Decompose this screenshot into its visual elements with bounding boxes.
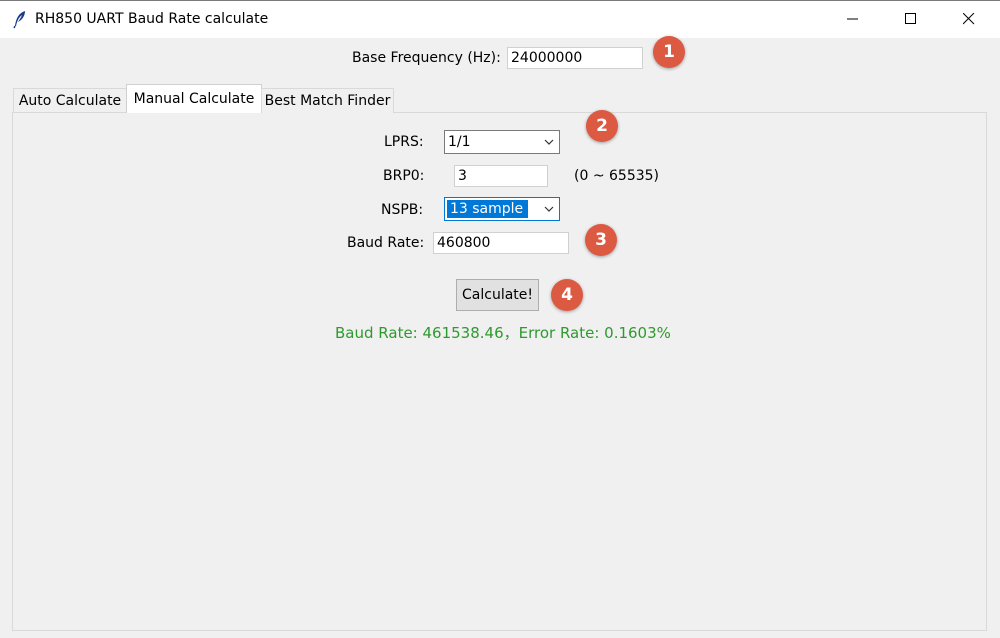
annotation-badge-4: 4 <box>551 279 583 311</box>
annotation-badge-1: 1 <box>653 36 685 68</box>
calculate-button[interactable]: Calculate! <box>456 279 539 311</box>
window-title: RH850 UART Baud Rate calculate <box>35 11 269 27</box>
close-icon <box>963 13 975 25</box>
chevron-down-icon <box>544 206 554 212</box>
brp0-label: BRP0: <box>383 168 425 184</box>
base-frequency-input[interactable]: 24000000 <box>507 47 643 69</box>
minimize-button[interactable] <box>825 1 883 38</box>
tab-auto-calculate[interactable]: Auto Calculate <box>13 88 127 113</box>
tab-manual-calculate[interactable]: Manual Calculate <box>126 84 262 113</box>
nspb-select[interactable]: 13 sample <box>444 197 560 221</box>
brp0-range-hint: (0 ~ 65535) <box>574 168 659 184</box>
lprs-value: 1/1 <box>448 134 471 150</box>
maximize-button[interactable] <box>883 1 941 38</box>
brp0-input[interactable]: 3 <box>454 165 548 187</box>
chevron-down-icon <box>544 139 554 145</box>
close-button[interactable] <box>941 1 999 38</box>
feather-icon <box>10 9 30 29</box>
manual-calculate-panel <box>12 112 987 631</box>
title-bar: RH850 UART Baud Rate calculate <box>0 0 1000 38</box>
annotation-badge-2: 2 <box>586 110 618 142</box>
baud-rate-input[interactable]: 460800 <box>433 232 569 254</box>
baud-rate-label: Baud Rate: <box>347 235 425 251</box>
tab-best-match-finder[interactable]: Best Match Finder <box>261 88 394 113</box>
annotation-badge-3: 3 <box>585 224 617 256</box>
minimize-icon <box>847 18 858 20</box>
result-text: Baud Rate: 461538.46，Error Rate: 0.1603% <box>335 324 671 342</box>
lprs-select[interactable]: 1/1 <box>444 130 560 154</box>
base-frequency-label: Base Frequency (Hz): <box>352 50 501 66</box>
maximize-icon <box>905 13 916 24</box>
nspb-value: 13 sample <box>447 200 528 218</box>
nspb-label: NSPB: <box>381 202 424 218</box>
lprs-label: LPRS: <box>384 134 424 150</box>
